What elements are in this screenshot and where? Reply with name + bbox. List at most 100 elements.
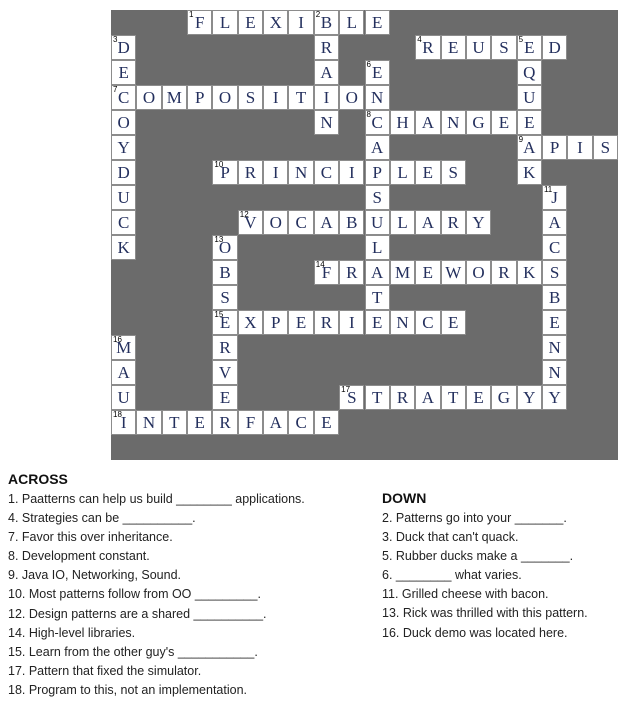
grid-cell[interactable]: D [541,35,568,60]
grid-cell[interactable]: W [440,260,466,285]
grid-cell[interactable]: N [541,335,568,360]
grid-cell[interactable]: O [136,85,162,110]
grid-cell[interactable]: X [237,310,264,335]
grid-cell[interactable]: Q [516,60,542,85]
grid-cell[interactable]: P [541,135,568,160]
grid-cell[interactable]: A9 [516,135,542,160]
grid-cell[interactable]: O [212,85,238,110]
grid-cell[interactable]: R [237,160,264,185]
grid-cell[interactable]: T [440,385,466,410]
grid-cell[interactable]: I [339,160,365,185]
grid-cell[interactable]: C [541,235,568,260]
grid-cell[interactable]: P 10 [212,160,238,185]
grid-cell[interactable]: I [263,160,289,185]
grid-cell[interactable]: R4 [415,35,441,60]
grid-cell[interactable]: A [415,110,441,135]
grid-cell[interactable]: C8 [364,110,390,135]
grid-cell[interactable]: U [111,185,137,210]
grid-cell[interactable]: L [364,235,390,260]
grid-cell[interactable]: R [212,410,238,435]
grid-cell[interactable]: B2 [313,10,340,35]
grid-cell[interactable]: R [313,35,340,60]
grid-cell[interactable]: G [465,110,492,135]
grid-cell[interactable]: Y [516,385,542,410]
grid-cell[interactable]: N [364,85,390,110]
grid-cell[interactable]: C [111,210,137,235]
grid-cell[interactable]: X [263,10,289,35]
grid-cell[interactable]: I [313,85,340,110]
grid-cell[interactable]: I [339,310,365,335]
grid-cell[interactable]: P [263,310,289,335]
grid-cell[interactable]: E [364,310,390,335]
grid-cell[interactable]: A [541,210,568,235]
grid-cell[interactable]: S [440,160,466,185]
grid-cell[interactable]: V 12 [237,210,264,235]
grid-cell[interactable]: F 14 [313,260,340,285]
grid-cell[interactable]: S 17 [339,385,365,410]
grid-cell[interactable]: E [364,10,390,35]
grid-cell[interactable]: R [389,385,416,410]
grid-cell[interactable]: E5 [516,35,542,60]
grid-cell[interactable]: E [212,385,238,410]
grid-cell[interactable]: Y [541,385,568,410]
grid-cell[interactable]: G [491,385,517,410]
grid-cell[interactable]: A [364,135,390,160]
grid-cell[interactable]: T [288,85,314,110]
grid-cell[interactable]: H [389,110,416,135]
grid-cell[interactable]: N [288,160,314,185]
grid-cell[interactable]: P [364,160,390,185]
grid-cell[interactable]: E [541,310,568,335]
grid-cell[interactable]: U [364,210,390,235]
grid-cell[interactable]: A [364,260,390,285]
grid-cell[interactable]: L [389,160,416,185]
grid-cell[interactable]: S [541,260,568,285]
grid-cell[interactable]: F [237,410,264,435]
grid-cell[interactable]: A [111,360,137,385]
grid-cell[interactable]: L [389,210,416,235]
grid-cell[interactable]: E [288,310,314,335]
grid-cell[interactable]: J 11 [541,185,568,210]
grid-cell[interactable]: P [187,85,213,110]
grid-cell[interactable]: D [111,160,137,185]
grid-cell[interactable]: D3 [111,35,137,60]
grid-cell[interactable]: U [516,85,542,110]
grid-cell[interactable]: A [313,210,340,235]
grid-cell[interactable]: A [313,60,340,85]
grid-cell[interactable]: E [313,410,340,435]
grid-cell[interactable]: R [440,210,466,235]
grid-cell[interactable]: U [111,385,137,410]
grid-cell[interactable]: S [364,185,390,210]
grid-cell[interactable]: I 18 [111,410,137,435]
grid-cell[interactable]: K [111,235,137,260]
grid-cell[interactable]: R [313,310,340,335]
grid-cell[interactable]: N [313,110,340,135]
grid-cell[interactable]: I [288,10,314,35]
grid-cell[interactable]: S [491,35,517,60]
grid-cell[interactable]: A [415,385,441,410]
grid-cell[interactable]: L [339,10,365,35]
grid-cell[interactable]: N [440,110,466,135]
grid-cell[interactable]: E [237,10,264,35]
grid-cell[interactable]: K [516,160,542,185]
grid-cell[interactable]: E [111,60,137,85]
grid-cell[interactable]: O [465,260,492,285]
grid-cell[interactable]: Y [111,135,137,160]
grid-cell[interactable]: M [161,85,188,110]
grid-cell[interactable]: N [389,310,416,335]
grid-cell[interactable]: N [541,360,568,385]
grid-cell[interactable]: L [212,10,238,35]
grid-cell[interactable]: O [339,85,365,110]
grid-cell[interactable]: V [212,360,238,385]
grid-cell[interactable]: E [516,110,542,135]
grid-cell[interactable]: E [465,385,492,410]
grid-cell[interactable]: E [491,110,517,135]
grid-cell[interactable]: E 15 [212,310,238,335]
grid-cell[interactable]: I [263,85,289,110]
grid-cell[interactable]: C [415,310,441,335]
grid-cell[interactable]: E [440,310,466,335]
grid-cell[interactable]: E [415,160,441,185]
grid-cell[interactable]: S [212,285,238,310]
grid-cell[interactable]: M [389,260,416,285]
grid-cell[interactable]: C [288,210,314,235]
grid-cell[interactable]: E [415,260,441,285]
